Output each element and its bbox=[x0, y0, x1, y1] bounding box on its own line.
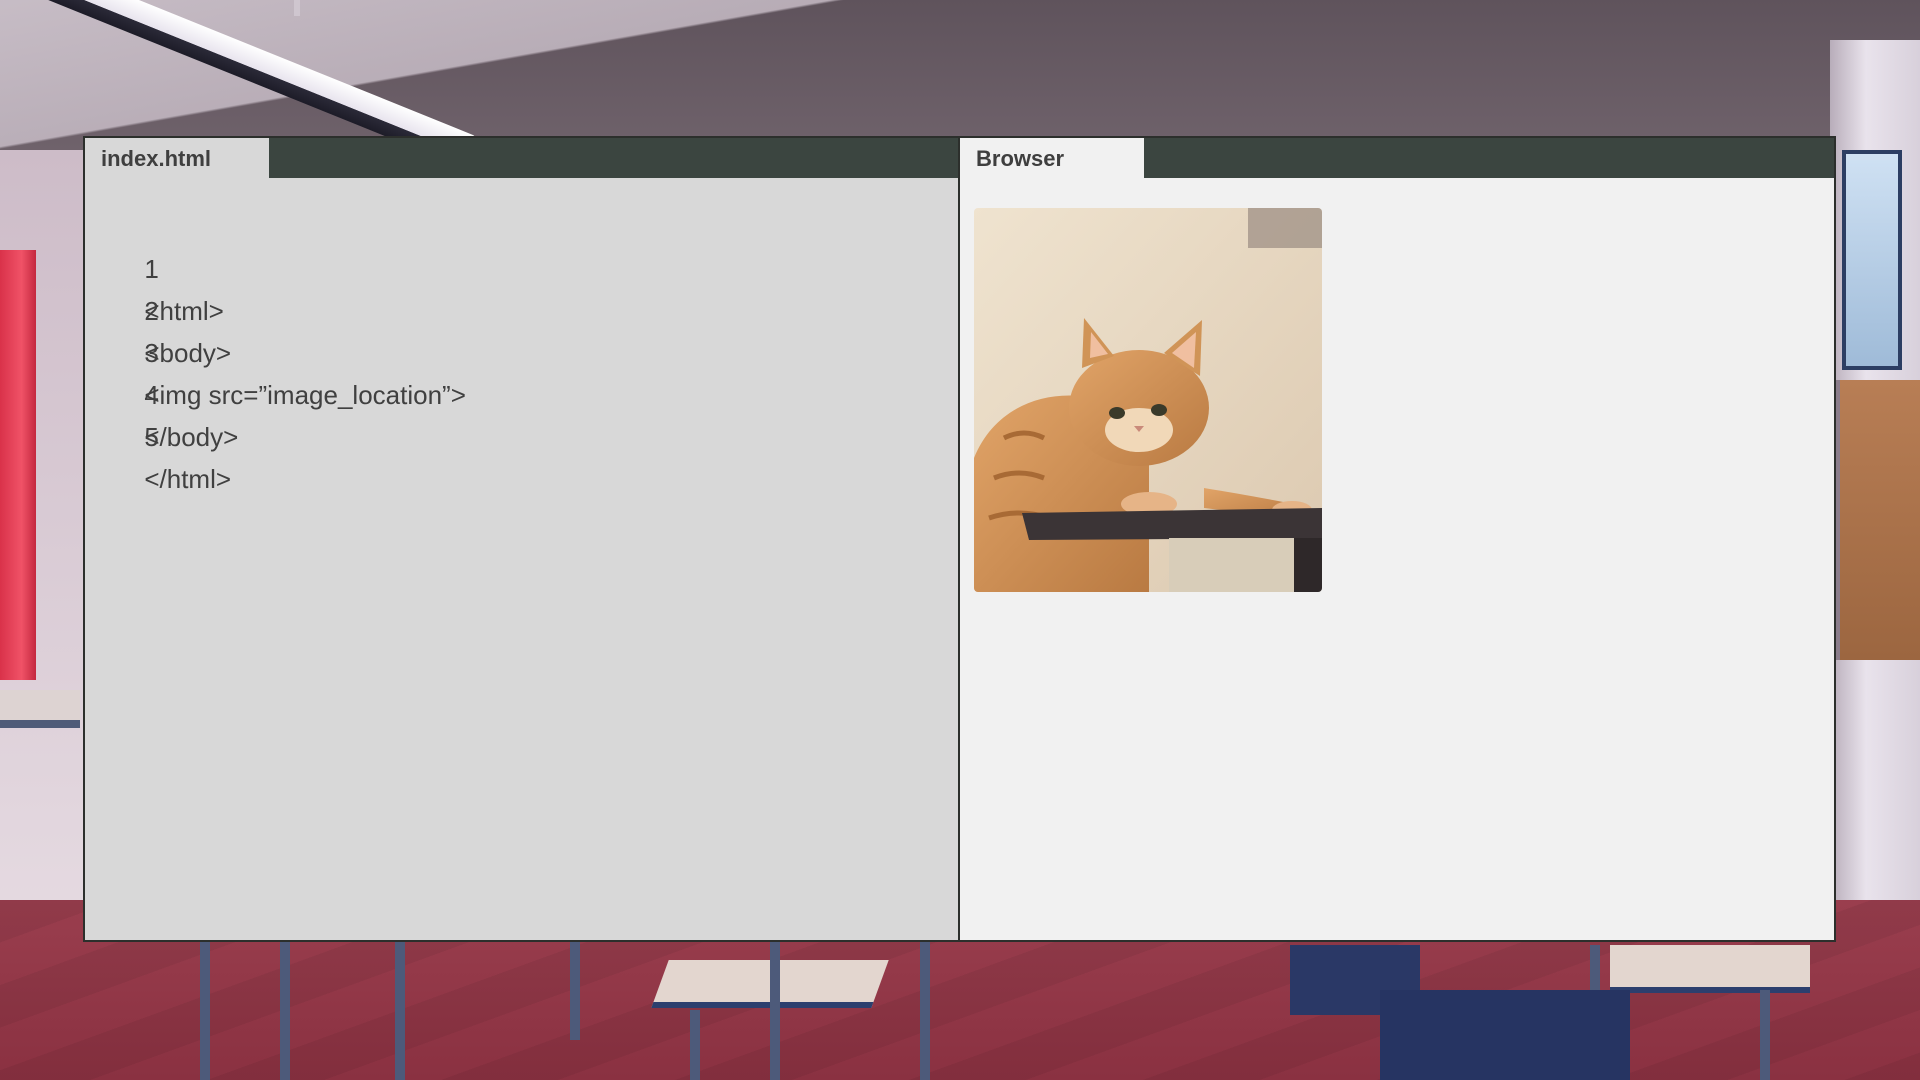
browser-tab-bar: Browser bbox=[960, 138, 1834, 178]
code-text: <img src=”image_location”> bbox=[144, 380, 466, 410]
line-number: 1 bbox=[144, 254, 159, 284]
browser-viewport bbox=[974, 208, 1322, 592]
browser-pane: Browser bbox=[958, 136, 1836, 942]
code-editor-pane: index.html 1 <html> 2 <body> 3 <img src=… bbox=[83, 136, 960, 942]
chair-leg bbox=[770, 940, 780, 1080]
desk-leg bbox=[920, 940, 930, 1080]
desk-leg bbox=[1760, 990, 1770, 1080]
bulletin-board bbox=[1836, 380, 1920, 660]
line-number: 4 bbox=[144, 380, 159, 410]
code-text: </html> bbox=[144, 464, 232, 494]
chair-leg bbox=[690, 1010, 700, 1080]
right-window bbox=[1842, 150, 1902, 370]
ceiling-light-stem bbox=[294, 0, 300, 16]
tab-browser[interactable]: Browser bbox=[960, 138, 1144, 178]
chair-seat bbox=[1380, 990, 1630, 1080]
code-area[interactable]: 1 <html> 2 <body> 3 <img src=”image_loca… bbox=[101, 206, 466, 494]
background-desk bbox=[0, 690, 80, 728]
red-curtain bbox=[0, 250, 36, 680]
line-number: 3 bbox=[144, 338, 159, 368]
cat-image bbox=[974, 208, 1322, 592]
desk-leg bbox=[200, 940, 210, 1080]
desk-leg bbox=[570, 940, 580, 1040]
line-number: 5 bbox=[144, 422, 159, 452]
editor-tab-bar: index.html bbox=[85, 138, 958, 178]
code-line: 1 <html> bbox=[101, 206, 466, 326]
tab-index-html[interactable]: index.html bbox=[85, 138, 269, 178]
desk-top bbox=[1610, 945, 1810, 993]
line-number: 2 bbox=[144, 296, 159, 326]
desk-leg bbox=[395, 940, 405, 1080]
desk-leg bbox=[280, 940, 290, 1080]
